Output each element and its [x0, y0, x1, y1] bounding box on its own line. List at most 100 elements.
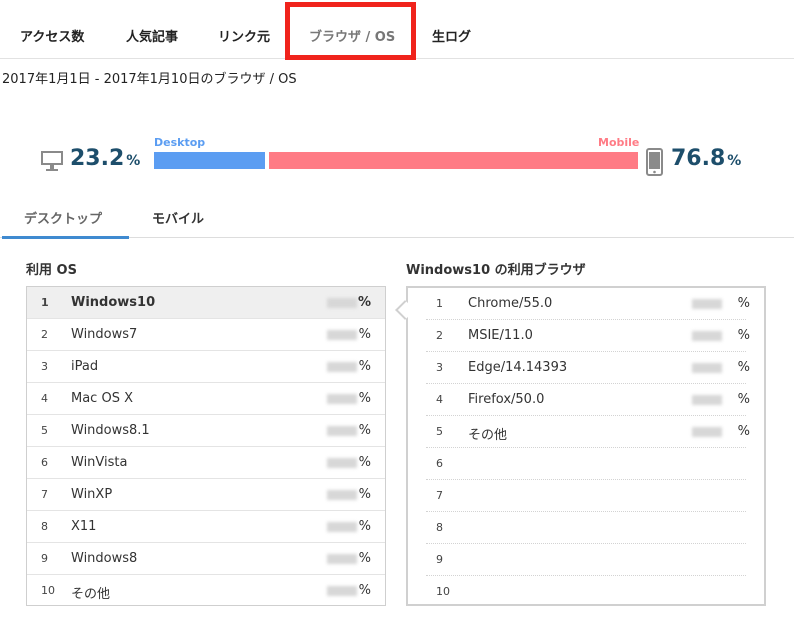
percent-sign: % [358, 551, 371, 566]
percent-sign: % [737, 360, 750, 375]
blurred-value [327, 458, 357, 468]
browser-name: MSIE/11.0 [468, 328, 533, 343]
browser-list: 1 Chrome/55.0% 2 MSIE/11.0% 3 Edge/14.14393% 4… [406, 286, 766, 606]
browser-name: Firefox/50.0 [468, 392, 545, 407]
os-list: 1 Windows10% 2 Windows7% 3 iPad% 4 Mac OS X% 5 Wi… [26, 286, 386, 606]
percent-sign: % [737, 392, 750, 407]
rank-number: 8 [41, 520, 48, 533]
blurred-value [327, 586, 357, 596]
os-row[interactable]: 5 Windows8.1% [27, 415, 385, 447]
blurred-value [327, 362, 357, 372]
mobile-percentage-value: 76.8 [671, 146, 726, 171]
active-tab-underline [2, 236, 129, 239]
os-name: Windows7 [71, 327, 138, 342]
mobile-bar [269, 152, 638, 169]
os-name: Windows10 [71, 295, 156, 310]
browser-row: 1 Chrome/55.0% [426, 288, 750, 320]
tab-referrers[interactable]: リンク元 [218, 26, 270, 45]
rank-number: 7 [41, 488, 48, 501]
desktop-percentage-sign: % [126, 153, 141, 169]
blurred-value [327, 426, 357, 436]
rank-number: 5 [436, 425, 443, 438]
desktop-icon [41, 151, 63, 171]
browser-row: 3 Edge/14.14393% [426, 352, 750, 384]
percent-sign: % [357, 295, 371, 310]
rank-number: 10 [436, 585, 450, 598]
browser-name: Edge/14.14393 [468, 360, 568, 375]
blurred-value [327, 298, 357, 308]
blurred-value [692, 331, 722, 341]
smartphone-icon [646, 148, 663, 176]
os-row[interactable]: 9 Windows8% [27, 543, 385, 575]
rank-number: 1 [436, 297, 443, 310]
rank-number: 7 [436, 489, 443, 502]
desktop-bar [154, 152, 265, 169]
os-row[interactable]: 8 X11% [27, 511, 385, 543]
os-name: iPad [71, 359, 99, 374]
rank-number: 9 [41, 552, 48, 565]
os-row[interactable]: 3 iPad% [27, 351, 385, 383]
browser-row: 4 Firefox/50.0% [426, 384, 750, 416]
blurred-value [692, 427, 722, 437]
browser-row: 2 MSIE/11.0% [426, 320, 750, 352]
os-panel-title: 利用 OS [26, 263, 77, 278]
tab-raw-log[interactable]: 生ログ [432, 26, 471, 45]
browser-row: 10 [426, 576, 746, 608]
browser-row: 9 [426, 544, 746, 576]
browser-row: 6 [426, 448, 746, 480]
highlight-box [285, 2, 416, 60]
device-tabs: デスクトップ モバイル [0, 200, 794, 239]
tab-access-count[interactable]: アクセス数 [20, 26, 84, 45]
browser-name: その他 [468, 428, 508, 443]
browser-panel-title: Windows10 の利用ブラウザ [406, 263, 586, 278]
percent-sign: % [358, 455, 371, 470]
tab-desktop[interactable]: デスクトップ [24, 208, 102, 227]
percent-sign: % [737, 296, 750, 311]
rank-number: 2 [41, 328, 48, 341]
rank-number: 4 [41, 392, 48, 405]
rank-number: 4 [436, 393, 443, 406]
desktop-label: Desktop [154, 136, 206, 149]
percent-sign: % [358, 359, 371, 374]
desktop-percentage-value: 23.2 [70, 146, 125, 171]
rank-number: 1 [41, 296, 49, 309]
blurred-value [692, 299, 722, 309]
os-name: その他 [71, 587, 111, 602]
mobile-percentage: 76.8% [671, 146, 741, 171]
rank-number: 9 [436, 553, 443, 566]
os-row[interactable]: 10 その他% [27, 575, 385, 607]
rank-number: 10 [41, 584, 55, 597]
mobile-percentage-sign: % [727, 153, 742, 169]
os-row[interactable]: 7 WinXP% [27, 479, 385, 511]
tab-mobile[interactable]: モバイル [152, 208, 204, 227]
os-row[interactable]: 6 WinVista% [27, 447, 385, 479]
browser-row: 5 その他% [426, 416, 750, 448]
percent-sign: % [358, 583, 371, 598]
percent-sign: % [358, 487, 371, 502]
browser-name: Chrome/55.0 [468, 296, 553, 311]
os-name: X11 [71, 519, 97, 534]
rank-number: 8 [436, 521, 443, 534]
date-range-title: 2017年1月1日 - 2017年1月10日のブラウザ / OS [2, 72, 297, 87]
os-name: Windows8 [71, 551, 138, 566]
os-row[interactable]: 2 Windows7% [27, 319, 385, 351]
mobile-label: Mobile [598, 136, 640, 149]
percent-sign: % [358, 391, 371, 406]
rank-number: 3 [436, 361, 443, 374]
os-row[interactable]: 1 Windows10% [27, 287, 385, 319]
rank-number: 5 [41, 424, 48, 437]
percent-sign: % [737, 328, 750, 343]
percent-sign: % [358, 327, 371, 342]
percent-sign: % [737, 424, 750, 439]
blurred-value [327, 522, 357, 532]
blurred-value [327, 490, 357, 500]
os-name: WinVista [71, 455, 128, 470]
os-row[interactable]: 4 Mac OS X% [27, 383, 385, 415]
rank-number: 2 [436, 329, 443, 342]
tab-popular-articles[interactable]: 人気記事 [126, 26, 178, 45]
blurred-value [327, 554, 357, 564]
blurred-value [327, 394, 357, 404]
rank-number: 6 [41, 456, 48, 469]
os-name: Windows8.1 [71, 423, 150, 438]
blurred-value [692, 395, 722, 405]
